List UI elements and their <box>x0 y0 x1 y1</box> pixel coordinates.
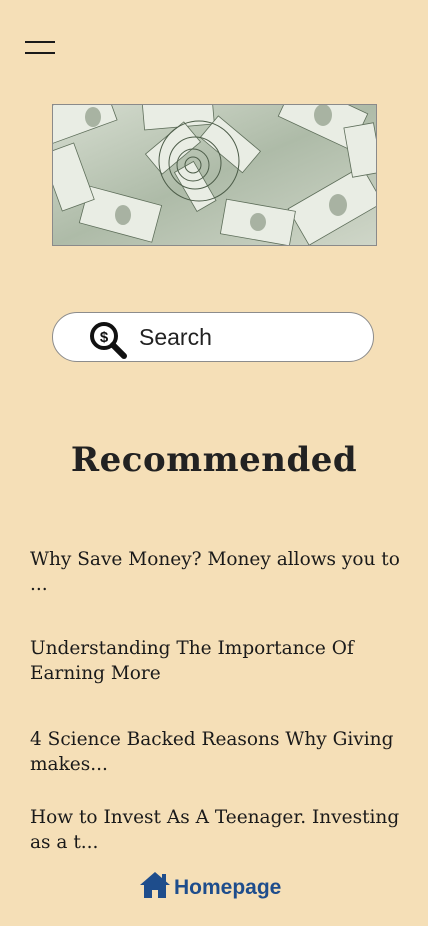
dollar-magnifier-icon: $ <box>90 322 127 359</box>
search-button[interactable]: $ Search <box>52 312 374 362</box>
homepage-label: Homepage <box>174 876 282 899</box>
menu-button[interactable] <box>25 40 55 64</box>
home-icon <box>140 872 170 898</box>
homepage-link[interactable]: Homepage <box>138 868 281 902</box>
recommended-heading: Recommended <box>70 440 358 480</box>
hamburger-icon <box>25 41 55 43</box>
search-label: Search <box>139 324 212 350</box>
article-link[interactable]: How to Invest As A Teenager. Investing a… <box>30 805 402 855</box>
money-spiral-banner <box>52 104 377 246</box>
svg-text:$: $ <box>100 329 109 346</box>
article-link[interactable]: 4 Science Backed Reasons Why Giving make… <box>30 727 402 777</box>
article-link[interactable]: Understanding The Importance Of Earning … <box>30 636 402 686</box>
article-link[interactable]: Why Save Money? Money allows you to ... <box>30 547 402 597</box>
